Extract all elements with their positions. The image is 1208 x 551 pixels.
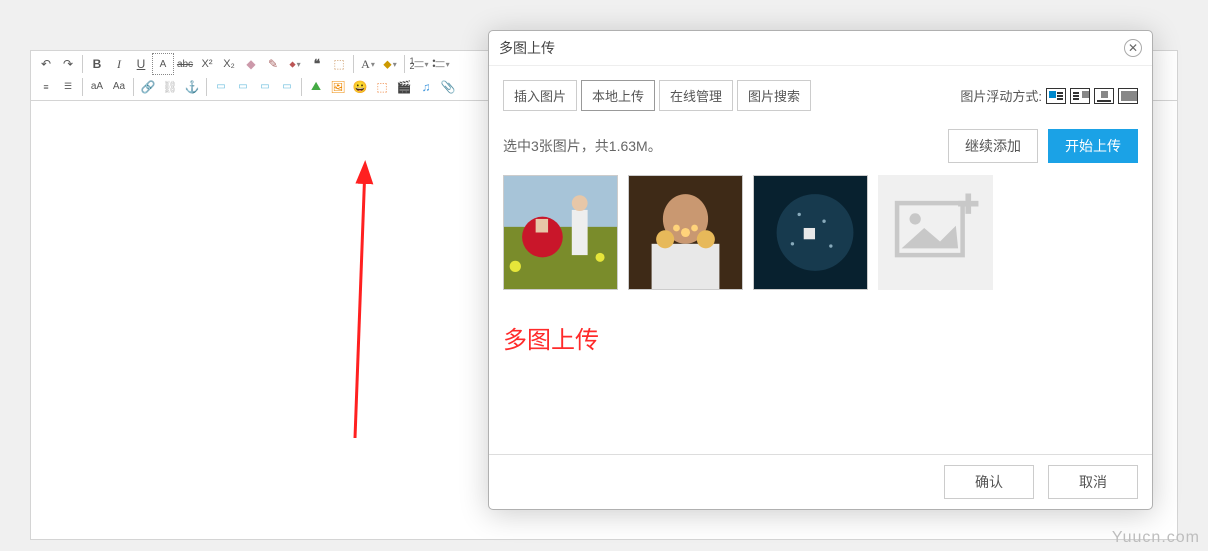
thumb-2[interactable] [628,175,743,290]
dialog-tabs: 插入图片 本地上传 在线管理 图片搜索 [503,80,811,111]
add-image-icon [879,176,992,289]
image-icon [504,176,617,289]
link-icon[interactable]: 🔗 [137,76,159,98]
orderedlist-icon[interactable]: 1—2— [408,53,430,75]
pasteplain-icon[interactable]: ⬚ [328,53,350,75]
italic-icon[interactable]: I [108,53,130,75]
float-left-icon[interactable] [1070,88,1090,104]
float-label: 图片浮动方式: [960,86,1042,105]
float-none-icon[interactable] [1046,88,1066,104]
anchor-icon[interactable]: ⚓ [181,76,203,98]
music-icon[interactable]: ♫ [415,76,437,98]
separator [82,55,83,73]
thumb-add[interactable] [878,175,993,290]
imageleft-icon[interactable]: ▭ [232,76,254,98]
backcolor-icon[interactable]: ⬥ [379,53,401,75]
simpleupload-icon[interactable]: ⛰ [305,76,327,98]
attachment-icon[interactable]: 📎 [437,76,459,98]
subscript-icon[interactable]: X₂ [218,53,240,75]
dialog-body: 插入图片 本地上传 在线管理 图片搜索 图片浮动方式: 选中3张图片，共1.63… [489,66,1152,454]
annotation-label: 多图上传 [503,320,1138,355]
fontborder-icon[interactable]: A [152,53,174,75]
separator [206,78,207,96]
tab-insert-image[interactable]: 插入图片 [503,80,577,111]
close-icon[interactable]: ✕ [1124,39,1142,57]
dialog-header: 多图上传 ✕ [489,31,1152,66]
tab-online-manage[interactable]: 在线管理 [659,80,733,111]
float-center-icon[interactable] [1118,88,1138,104]
bold-icon[interactable]: B [86,53,108,75]
ok-button[interactable]: 确认 [944,465,1034,499]
undo-icon[interactable]: ↶ [35,53,57,75]
justifycenter-icon[interactable]: ☰ [57,76,79,98]
image-icon [629,176,742,289]
float-right-icon[interactable] [1094,88,1114,104]
float-choice: 图片浮动方式: [960,86,1138,105]
separator [133,78,134,96]
insertimage-icon[interactable]: 🖼 [327,76,349,98]
redo-icon[interactable]: ↷ [57,53,79,75]
image-icon [754,176,867,289]
separator [301,78,302,96]
dialog-title: 多图上传 [499,38,555,58]
imagenone-icon[interactable]: ▭ [210,76,232,98]
dialog-footer: 确认 取消 [489,454,1152,509]
thumb-3[interactable] [753,175,868,290]
touppercase-icon[interactable]: aA [86,76,108,98]
unlink-icon[interactable]: ⛓ [159,76,181,98]
justifyleft-icon[interactable]: ≡ [35,76,57,98]
strikethrough-icon[interactable]: abc [174,53,196,75]
insertvideo-icon[interactable]: 🎬 [393,76,415,98]
unorderedlist-icon[interactable]: •—•— [430,53,452,75]
formatmatch-icon[interactable]: ✎ [262,53,284,75]
selection-status: 选中3张图片，共1.63M。 [503,136,662,156]
autotypeset-icon[interactable]: ⬥ [284,53,306,75]
imagecenter-icon[interactable]: ▭ [276,76,298,98]
blockquote-icon[interactable]: ❝ [306,53,328,75]
underline-icon[interactable]: U [130,53,152,75]
separator [82,78,83,96]
separator [353,55,354,73]
tolowercase-icon[interactable]: Aa [108,76,130,98]
tab-local-upload[interactable]: 本地上传 [581,80,655,111]
cancel-button[interactable]: 取消 [1048,465,1138,499]
tab-image-search[interactable]: 图片搜索 [737,80,811,111]
scrawl-icon[interactable]: ⬚ [371,76,393,98]
emotion-icon[interactable]: 😀 [349,76,371,98]
imageright-icon[interactable]: ▭ [254,76,276,98]
watermark: Yuucn.com [1112,529,1200,547]
separator [404,55,405,73]
multi-upload-dialog: 多图上传 ✕ 插入图片 本地上传 在线管理 图片搜索 图片浮动方式: 选中3张图… [488,30,1153,510]
thumbnail-list [503,175,1138,290]
continue-add-button[interactable]: 继续添加 [948,129,1038,163]
eraser-icon[interactable]: ◆ [240,53,262,75]
start-upload-button[interactable]: 开始上传 [1048,129,1138,163]
superscript-icon[interactable]: X² [196,53,218,75]
forecolor-icon[interactable]: A [357,53,379,75]
thumb-1[interactable] [503,175,618,290]
